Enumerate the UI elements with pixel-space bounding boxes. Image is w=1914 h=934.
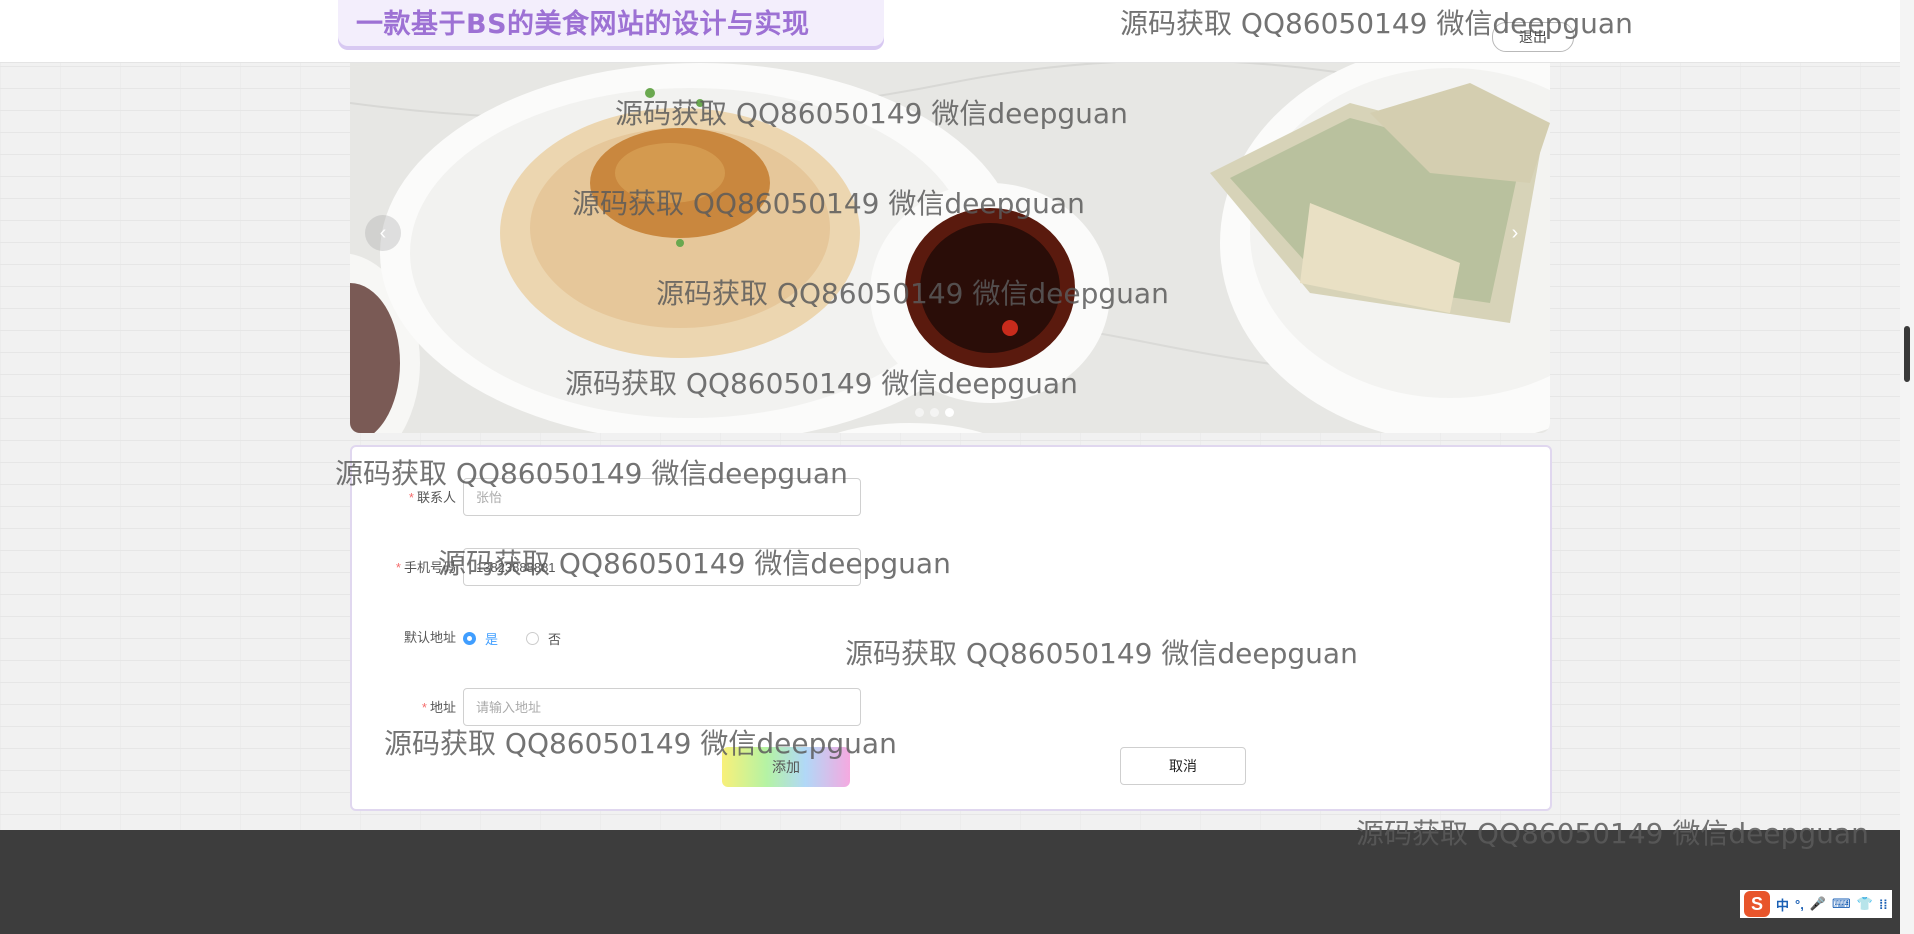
ime-voice-icon[interactable]: 🎤 xyxy=(1810,896,1826,912)
radio-checked-icon xyxy=(463,631,476,645)
radio-unchecked-icon xyxy=(526,631,540,645)
cancel-button[interactable]: 取消 xyxy=(1120,747,1246,785)
carousel-dot[interactable] xyxy=(915,408,924,417)
required-mark: * xyxy=(395,560,401,575)
page-scrollbar[interactable] xyxy=(1900,0,1914,934)
phone-input[interactable]: 13823888881 xyxy=(463,548,861,586)
banner-food-image xyxy=(350,63,1550,433)
address-label: * 地址 xyxy=(421,700,456,715)
page-footer xyxy=(0,830,1900,934)
ime-toolbar[interactable]: S 中 °, 🎤 ⌨ 👕 ⁞⁞ xyxy=(1740,890,1892,918)
carousel-indicators xyxy=(915,408,954,417)
default-address-label: 默认地址 xyxy=(403,630,456,645)
add-button[interactable]: 添加 xyxy=(722,747,850,787)
ime-keyboard-icon[interactable]: ⌨ xyxy=(1832,896,1851,912)
scrollbar-thumb[interactable] xyxy=(1904,326,1910,382)
default-yes-radio[interactable]: 是 xyxy=(463,629,498,648)
carousel-next-button[interactable]: › xyxy=(1497,215,1533,251)
top-header: 一款基于BS的美食网站的设计与实现 退出 xyxy=(0,0,1900,63)
ime-punctuation-icon[interactable]: °, xyxy=(1795,897,1804,912)
address-input[interactable]: 请输入地址 xyxy=(463,688,861,726)
sogou-logo-icon[interactable]: S xyxy=(1744,891,1770,917)
logout-button[interactable]: 退出 xyxy=(1492,22,1574,52)
address-row: * 地址 请输入地址 xyxy=(352,688,1152,728)
carousel-dot-active[interactable] xyxy=(945,408,954,417)
required-mark: * xyxy=(408,490,414,505)
default-no-radio[interactable]: 否 xyxy=(526,629,561,648)
phone-row: * 手机号码 13823888881 xyxy=(352,548,1152,588)
contact-input[interactable]: 张怡 xyxy=(463,478,861,516)
phone-label: * 手机号码 xyxy=(395,560,456,575)
ime-skin-icon[interactable]: 👕 xyxy=(1857,896,1873,912)
contact-row: * 联系人 张怡 xyxy=(352,478,1152,518)
site-title-box: 一款基于BS的美食网站的设计与实现 xyxy=(338,0,884,46)
ime-chinese-mode-icon[interactable]: 中 xyxy=(1776,895,1789,914)
carousel-dot[interactable] xyxy=(930,408,939,417)
address-form: * 联系人 张怡 * 手机号码 13823888881 默认地址 是 否 * 地址 请… xyxy=(350,445,1552,811)
default-address-radio-group: 是 否 xyxy=(463,618,589,658)
carousel-prev-button[interactable]: ‹ xyxy=(365,215,401,251)
site-title: 一款基于BS的美食网站的设计与实现 xyxy=(356,9,810,40)
default-address-row: 默认地址 是 否 xyxy=(352,618,1152,658)
required-mark: * xyxy=(421,700,427,715)
ime-menu-icon[interactable]: ⁞⁞ xyxy=(1879,897,1888,912)
contact-label: * 联系人 xyxy=(408,490,456,505)
food-carousel: ‹ › xyxy=(350,63,1550,433)
